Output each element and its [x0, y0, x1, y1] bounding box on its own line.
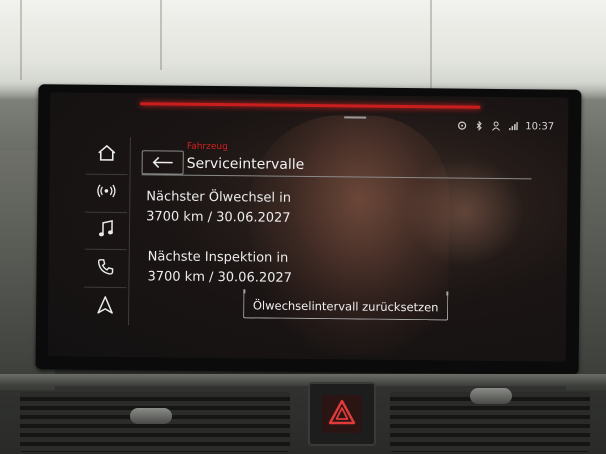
user-icon [491, 121, 501, 131]
sidebar-divider [127, 137, 131, 326]
screen: 10:37 Fahrzeug Serviceintervalle Nächste… [47, 92, 569, 362]
sidebar-item-radio[interactable] [85, 174, 128, 213]
hazard-inner [322, 395, 362, 433]
tree-reflection [430, 0, 432, 90]
radio-icon [96, 183, 116, 203]
music-icon [98, 219, 114, 242]
back-button[interactable] [141, 150, 184, 175]
inspection-label: Nächste Inspektion in [147, 249, 289, 266]
signal-icon [508, 121, 518, 131]
sidebar [84, 136, 128, 325]
back-arrow-icon [151, 153, 175, 172]
status-bar: 10:37 [457, 119, 554, 134]
sidebar-item-music[interactable] [84, 212, 128, 251]
sidebar-item-phone[interactable] [84, 250, 127, 289]
tree-reflection [20, 0, 22, 80]
tree-reflection [160, 0, 162, 70]
phone-icon [96, 258, 114, 280]
connect-icon [457, 121, 467, 131]
hazard-button[interactable] [308, 382, 376, 446]
hazard-icon [328, 399, 356, 429]
vent-knob-right[interactable] [470, 388, 512, 404]
dashboard-trim [0, 374, 606, 386]
oil-change-label: Nächster Ölwechsel in [146, 189, 292, 206]
breadcrumb: Fahrzeug [186, 141, 228, 153]
bluetooth-icon [474, 120, 484, 131]
screen-reflection [403, 156, 525, 268]
navigation-icon [97, 295, 113, 317]
pull-down-handle[interactable] [344, 116, 367, 119]
clock: 10:37 [525, 120, 555, 133]
sidebar-item-navigation[interactable] [84, 288, 126, 325]
oil-change-value: 3700 km / 30.06.2027 [146, 209, 291, 226]
vent-knob-left[interactable] [130, 408, 172, 424]
page-title: Serviceintervalle [186, 155, 305, 173]
reset-oil-interval-button[interactable]: Ölwechselintervall zurücksetzen [243, 293, 449, 321]
inspection-value: 3700 km / 30.06.2027 [147, 269, 293, 286]
sidebar-item-home[interactable] [85, 136, 128, 175]
accent-line [140, 102, 481, 109]
home-icon [97, 144, 117, 166]
infotainment-display: 10:37 Fahrzeug Serviceintervalle Nächste… [35, 84, 582, 375]
